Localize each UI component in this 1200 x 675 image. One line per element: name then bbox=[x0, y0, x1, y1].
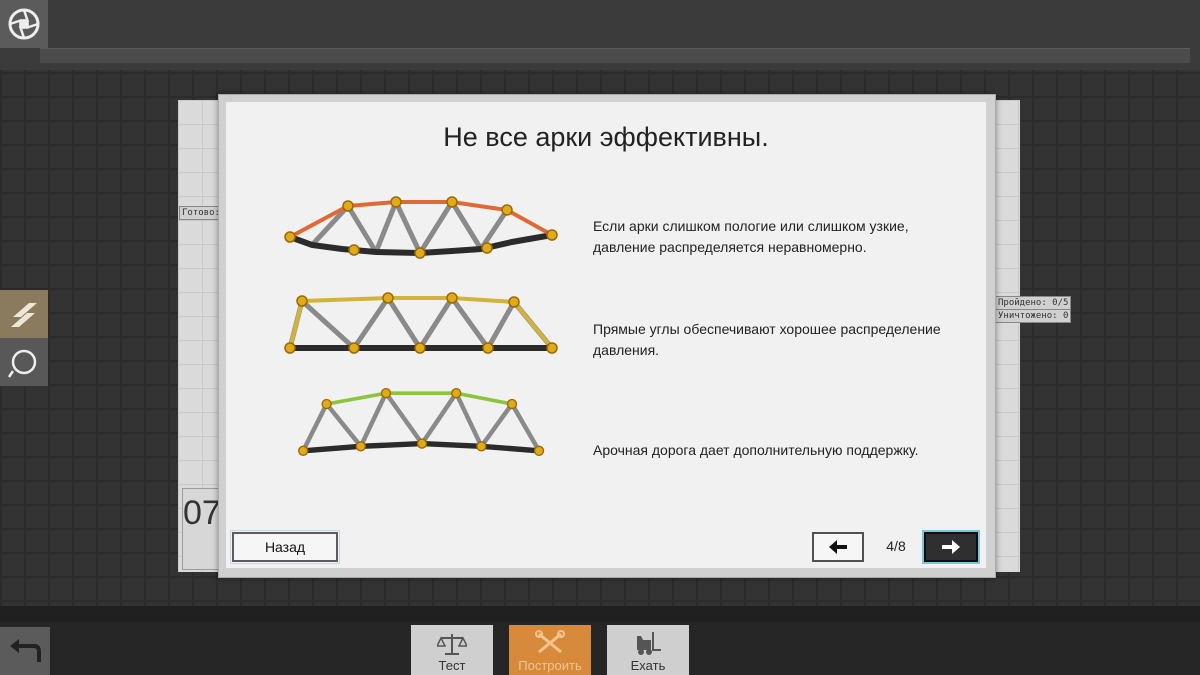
top-pipe-strip bbox=[0, 0, 1200, 70]
test-tool-label: Тест bbox=[438, 658, 466, 673]
bottom-band bbox=[0, 606, 1200, 622]
drive-tool-button[interactable]: Ехать bbox=[607, 625, 689, 675]
right-angle-truss-image bbox=[284, 292, 558, 354]
flat-arch-truss-image bbox=[284, 196, 558, 259]
passed-tag: Пройдено: 0/5 bbox=[995, 296, 1072, 310]
undo-icon[interactable] bbox=[0, 627, 50, 675]
forklift-icon bbox=[637, 632, 661, 655]
dialog-title: Не все арки эффективны. bbox=[443, 122, 769, 152]
arrow-left-icon bbox=[829, 540, 847, 554]
right-angle-description: Прямые углы обеспечивают хорошее распред… bbox=[593, 321, 941, 358]
back-button[interactable]: Назад bbox=[230, 530, 340, 564]
drive-tool-label: Ехать bbox=[630, 658, 666, 673]
previous-page-button[interactable] bbox=[812, 532, 864, 562]
next-page-button[interactable] bbox=[922, 530, 980, 564]
page-indicator: 4/8 bbox=[886, 538, 906, 554]
bridge-mode-icon[interactable] bbox=[0, 290, 48, 338]
tutorial-dialog: Не все арки эффективны. Если арки слишко… bbox=[226, 102, 986, 568]
wrench-icon bbox=[535, 630, 565, 654]
scale-icon bbox=[437, 634, 467, 655]
top-pipe bbox=[40, 48, 1190, 63]
arched-road-description: Арочная дорога дает дополнительную подде… bbox=[593, 442, 919, 458]
destroyed-tag: Уничтожено: 0 bbox=[995, 309, 1072, 323]
test-tool-button[interactable]: Тест bbox=[411, 625, 493, 675]
aperture-menu-icon[interactable] bbox=[0, 0, 48, 48]
bottom-strip bbox=[0, 606, 1200, 675]
arrow-right-icon bbox=[942, 540, 960, 554]
level-number: 07 bbox=[182, 488, 221, 570]
build-tool-button[interactable]: Построить bbox=[509, 625, 591, 675]
build-tool-label: Построить bbox=[518, 658, 582, 673]
loop-mode-icon[interactable] bbox=[0, 338, 48, 386]
arched-road-truss-image bbox=[298, 388, 545, 456]
flat-arch-description: Если арки слишком пологие или слишком уз… bbox=[593, 218, 909, 255]
